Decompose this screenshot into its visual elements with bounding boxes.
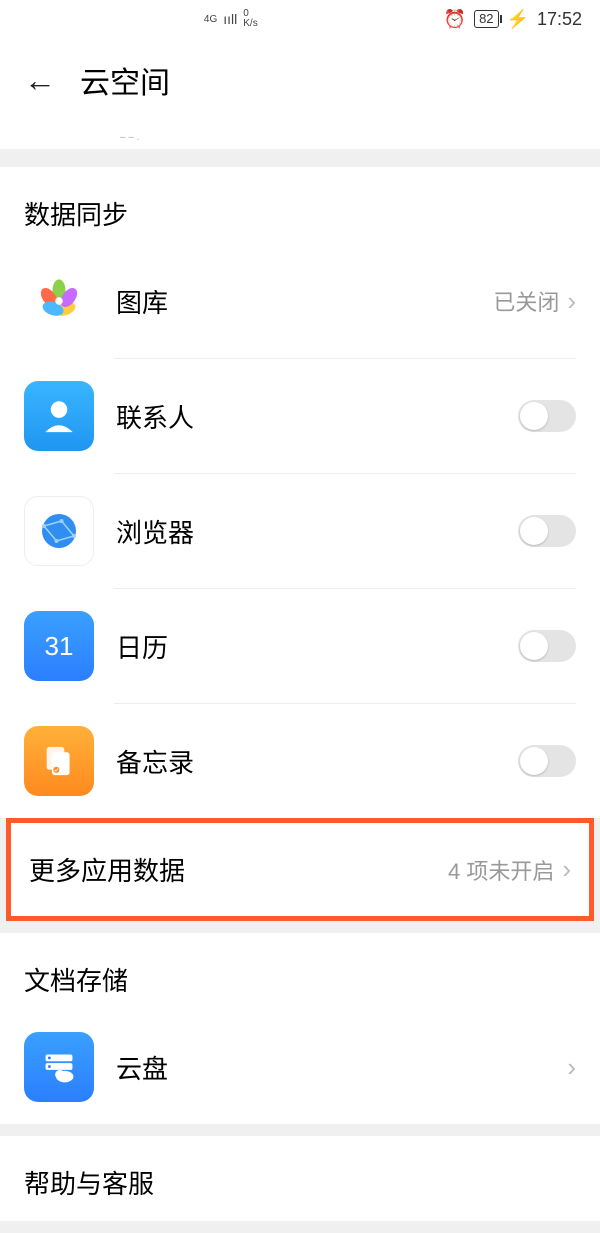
row-status: 4 项未开启 xyxy=(448,854,554,886)
row-calendar[interactable]: 31 日历 xyxy=(24,589,576,703)
section-storage: 文档存储 云盘 › xyxy=(0,933,600,1124)
row-label: 图库 xyxy=(116,283,493,320)
row-label: 更多应用数据 xyxy=(29,851,448,888)
section-help: 帮助与客服 xyxy=(0,1136,600,1221)
charging-icon: ⚡ xyxy=(507,9,529,30)
chevron-right-icon: › xyxy=(567,1052,576,1083)
status-bar: 4G ııll 0 K/s ⏰ 82 ⚡ 17:52 xyxy=(0,0,600,38)
section-title-sync: 数据同步 xyxy=(24,167,576,244)
toggle-notes[interactable] xyxy=(518,745,576,777)
toggle-contacts[interactable] xyxy=(518,400,576,432)
row-label: 浏览器 xyxy=(116,513,518,550)
signal-icon: 4G xyxy=(204,14,217,25)
section-title-help: 帮助与客服 xyxy=(24,1136,576,1221)
section-data-sync: 数据同步 图库 已关闭 › xyxy=(0,167,600,818)
notes-icon xyxy=(24,726,94,796)
status-right: ⏰ 82 ⚡ 17:52 xyxy=(444,9,582,30)
calendar-icon-text: 31 xyxy=(45,631,74,662)
toggle-browser[interactable] xyxy=(518,515,576,547)
chevron-right-icon: › xyxy=(562,854,571,885)
row-contacts[interactable]: 联系人 xyxy=(24,359,576,473)
battery-icon: 82 xyxy=(474,10,498,28)
row-more-apps-highlight: 更多应用数据 4 项未开启 › xyxy=(6,818,594,921)
cloud-disk-icon xyxy=(24,1032,94,1102)
app-header: ← 云空间 xyxy=(0,38,600,132)
row-label: 日历 xyxy=(116,628,518,665)
contacts-icon xyxy=(24,381,94,451)
chevron-right-icon: › xyxy=(567,286,576,317)
row-label: 云盘 xyxy=(116,1049,559,1086)
row-label: 备忘录 xyxy=(116,743,518,780)
row-browser[interactable]: 浏览器 xyxy=(24,474,576,588)
page-title: 云空间 xyxy=(80,58,170,102)
clock-time: 17:52 xyxy=(537,9,582,30)
row-notes[interactable]: 备忘录 xyxy=(24,704,576,818)
net-speed-unit: K/s xyxy=(243,19,257,29)
browser-icon xyxy=(24,496,94,566)
section-title-storage: 文档存储 xyxy=(24,933,576,1010)
calendar-icon: 31 xyxy=(24,611,94,681)
row-more-apps[interactable]: 更多应用数据 4 项未开启 › xyxy=(11,823,589,916)
alarm-icon: ⏰ xyxy=(444,9,466,30)
row-cloud-disk[interactable]: 云盘 › xyxy=(24,1010,576,1124)
gallery-icon xyxy=(24,266,94,336)
row-status: 已关闭 xyxy=(493,285,559,317)
toggle-calendar[interactable] xyxy=(518,630,576,662)
status-left: 4G ııll 0 K/s xyxy=(18,9,444,29)
signal-bars-icon: ııll xyxy=(223,11,237,27)
back-icon[interactable]: ← xyxy=(24,64,56,96)
row-gallery[interactable]: 图库 已关闭 › xyxy=(24,244,576,358)
row-label: 联系人 xyxy=(116,398,518,435)
header-subtext: – – . xyxy=(0,132,600,149)
